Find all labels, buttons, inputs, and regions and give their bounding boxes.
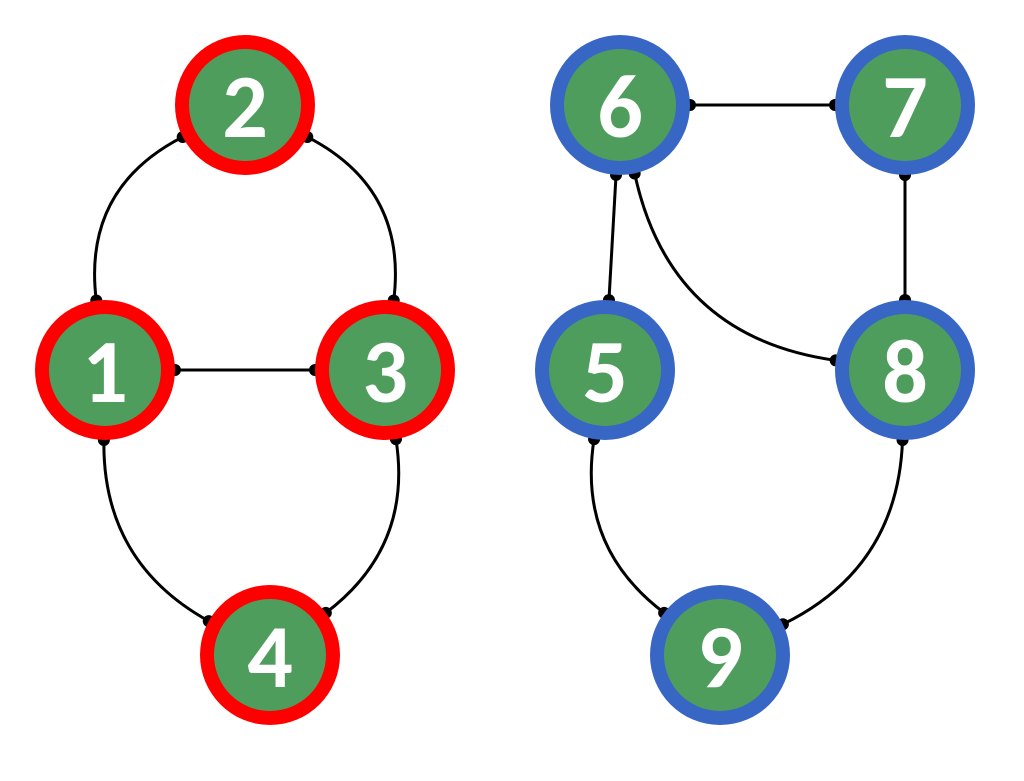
node-label: 9 — [697, 602, 743, 712]
node-6: 6 — [550, 35, 690, 175]
node-5: 5 — [535, 300, 675, 440]
node-layer: 1 2 3 4 5 6 7 8 9 — [35, 35, 975, 725]
node-label: 5 — [582, 317, 628, 427]
edge-n5-n9 — [591, 439, 664, 613]
edge-n6-n8 — [635, 173, 836, 360]
edge-n5-n6 — [609, 175, 616, 300]
node-label: 6 — [597, 52, 643, 162]
node-4: 4 — [200, 585, 340, 725]
node-label: 8 — [882, 317, 928, 427]
node-1: 1 — [35, 300, 175, 440]
node-3: 3 — [315, 300, 455, 440]
node-2: 2 — [175, 35, 315, 175]
edge-n8-n9 — [783, 440, 903, 624]
node-7: 7 — [835, 35, 975, 175]
edge-n1-n2 — [95, 137, 183, 301]
node-label: 3 — [362, 317, 408, 427]
edge-n1-n4 — [104, 440, 209, 621]
node-label: 2 — [222, 52, 268, 162]
node-9: 9 — [650, 585, 790, 725]
node-8: 8 — [835, 300, 975, 440]
edge-n3-n4 — [326, 439, 399, 613]
edge-layer — [90, 99, 911, 630]
node-label: 1 — [82, 317, 128, 427]
graph-diagram: 1 2 3 4 5 6 7 8 9 — [0, 0, 1024, 781]
node-label: 4 — [247, 602, 293, 712]
node-label: 7 — [882, 52, 928, 162]
edge-n2-n3 — [307, 137, 395, 301]
